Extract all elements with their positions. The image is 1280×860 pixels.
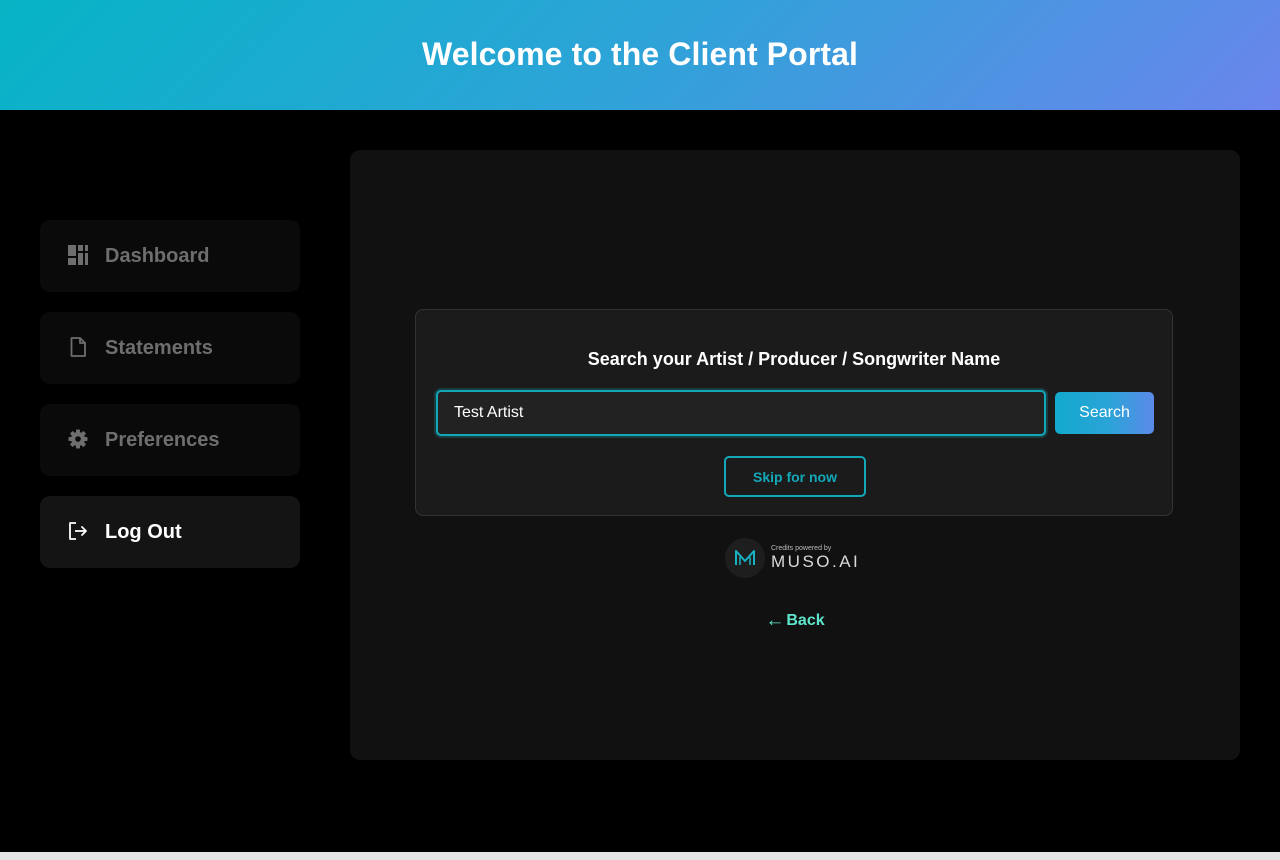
sidebar-item-label: Log Out bbox=[105, 520, 182, 543]
sidebar-item-dashboard[interactable]: Dashboard bbox=[40, 220, 300, 292]
app-root: Welcome to the Client Portal Dashboard S… bbox=[0, 0, 1280, 852]
main-card: Search your Artist / Producer / Songwrit… bbox=[350, 150, 1240, 760]
sidebar: Dashboard Statements Preferences Log Out bbox=[40, 220, 300, 588]
document-icon bbox=[68, 337, 88, 357]
page-header: Welcome to the Client Portal bbox=[0, 0, 1280, 110]
skip-button[interactable]: Skip for now bbox=[724, 456, 866, 497]
gear-icon bbox=[68, 429, 88, 449]
sidebar-item-label: Preferences bbox=[105, 428, 220, 451]
search-button[interactable]: Search bbox=[1055, 392, 1154, 434]
logout-icon bbox=[68, 521, 88, 541]
sidebar-item-logout[interactable]: Log Out bbox=[40, 496, 300, 568]
search-title: Search your Artist / Producer / Songwrit… bbox=[587, 349, 1001, 369]
muso-ai-credits: Credits powered by MUSO.AI bbox=[725, 537, 867, 579]
sidebar-item-preferences[interactable]: Preferences bbox=[40, 404, 300, 476]
muso-logo-icon bbox=[725, 538, 765, 578]
credits-text: Credits powered by MUSO.AI bbox=[771, 545, 860, 571]
sidebar-item-label: Statements bbox=[105, 336, 213, 359]
back-link[interactable]: ← Back bbox=[350, 609, 1240, 631]
page-title: Welcome to the Client Portal bbox=[421, 35, 859, 72]
dashboard-icon bbox=[68, 245, 88, 265]
back-label: Back bbox=[786, 612, 825, 629]
artist-search-input[interactable] bbox=[436, 390, 1046, 436]
sidebar-item-label: Dashboard bbox=[105, 244, 210, 267]
artist-search-panel: Search your Artist / Producer / Songwrit… bbox=[415, 309, 1173, 516]
credits-brand: MUSO.AI bbox=[771, 552, 861, 571]
sidebar-item-statements[interactable]: Statements bbox=[40, 312, 300, 384]
back-arrow-icon: ← bbox=[765, 610, 785, 631]
